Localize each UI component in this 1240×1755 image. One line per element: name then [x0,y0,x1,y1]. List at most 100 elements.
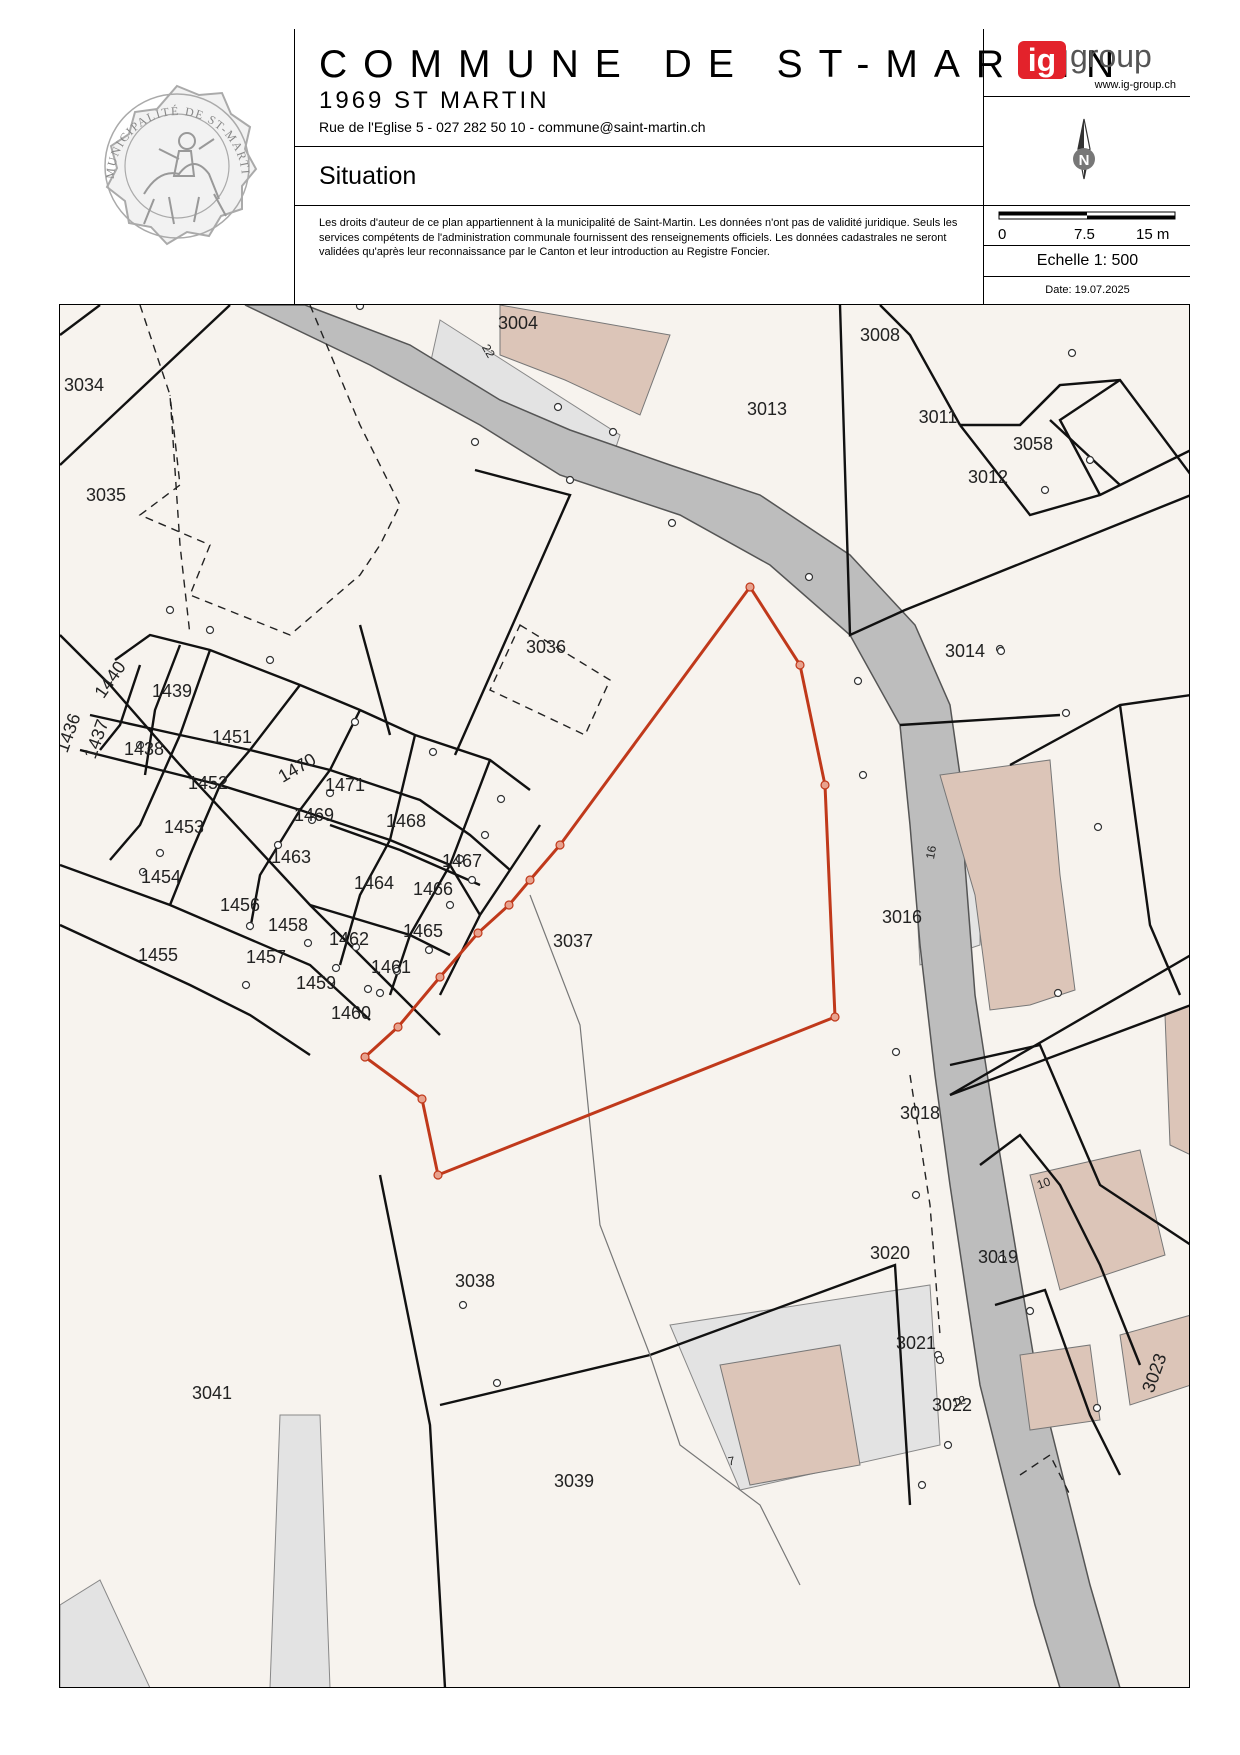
commune-address: Rue de l'Eglise 5 - 027 282 50 10 - comm… [319,119,706,135]
parcel-label-3038[interactable]: 3038 [455,1271,495,1291]
parcel-label-1464[interactable]: 1464 [354,873,394,893]
postal-line: 1969 ST MARTIN [319,87,550,114]
ig-group-logo-icon: ig group [1018,38,1152,79]
cadastral-map-svg: 3004 3008 3034 3013 3011 30583012 3035 3036 3014… [60,305,1189,1687]
commune-title-cell: COMMUNE DE ST-MARTIN 1969 ST MARTIN Rue … [295,29,1114,147]
boundary-vertex [445,900,455,910]
parcel-label-1471[interactable]: 1471 [325,775,365,795]
selected-parcel-vertex [525,875,535,885]
boundary-vertex [917,1480,927,1490]
boundary-vertex [996,646,1006,656]
plan-title: Situation [319,162,417,190]
parcel-label-3016[interactable]: 3016 [882,907,922,927]
parcel-label-1452[interactable]: 1452 [188,773,228,793]
boundary-vertex [1085,455,1095,465]
selected-parcel-vertex [504,900,514,910]
parcel-label-1462[interactable]: 1462 [329,929,369,949]
parcel-label-1457[interactable]: 1457 [246,947,286,967]
boundary-vertex [943,1440,953,1450]
parcel-label-1466[interactable]: 1466 [413,879,453,899]
boundary-vertex [350,717,360,727]
boundary-vertex [303,938,313,948]
paved-area [269,1414,331,1687]
selected-parcel-vertex [745,582,755,592]
parcel-label-3008[interactable]: 3008 [860,325,900,345]
parcel-label-1469[interactable]: 1469 [294,805,334,825]
parcel-label-3012[interactable]: 3012 [968,467,1008,487]
logo-mark: ig [1028,42,1056,78]
boundary-vertex [911,1190,921,1200]
parcel-label-3004[interactable]: 3004 [498,313,538,333]
boundary-vertex [363,984,373,994]
parcel-label-3014[interactable]: 3014 [945,641,985,661]
boundary-vertex [458,1300,468,1310]
parcel-label-1455[interactable]: 1455 [138,945,178,965]
parcel-label-3013[interactable]: 3013 [747,399,787,419]
selected-parcel-vertex [417,1094,427,1104]
boundary-vertex [241,980,251,990]
boundary-vertex [935,1355,945,1365]
parcel-label-1459[interactable]: 1459 [296,973,336,993]
north-arrow-cell: N [983,97,1190,206]
parcel-label-3011[interactable]: 3011 [919,407,958,427]
parcel-label-1453[interactable]: 1453 [164,817,204,837]
parcel-label-1460[interactable]: 1460 [331,1003,371,1023]
boundary-vertex [480,830,490,840]
selected-parcel-vertex [393,1022,403,1032]
parcel-label-3019[interactable]: 3019 [978,1247,1018,1267]
building [1019,1344,1101,1431]
boundary-vertex [155,848,165,858]
parcel-label-3035[interactable]: 3035 [86,485,126,505]
parcel-label-3041[interactable]: 3041 [192,1383,232,1403]
parcel-label-1456[interactable]: 1456 [220,895,260,915]
selected-parcel-vertex [820,780,830,790]
boundary-vertex [492,1378,502,1388]
boundary-vertex [424,945,434,955]
parcel-label-1468[interactable]: 1468 [386,811,426,831]
rights-notice: Les droits d'auteur de ce plan appartien… [319,217,958,258]
boundary-vertex [245,921,255,931]
parcel-label-1454[interactable]: 1454 [141,867,181,887]
parcel-label-3021[interactable]: 3021 [896,1333,936,1353]
boundary-vertex [165,605,175,615]
brand-url: www.ig-group.ch [1094,79,1176,91]
boundary-vertex [804,572,814,582]
boundary-vertex [1040,485,1050,495]
selected-parcel-vertex [473,928,483,938]
date-cell: Date: 19.07.2025 [983,277,1190,305]
parcel-label-1467[interactable]: 1467 [442,851,482,871]
boundary-vertex [1025,1306,1035,1316]
boundary-vertex [496,794,506,804]
parcel-label-1451[interactable]: 1451 [212,727,252,747]
selected-parcel-vertex [795,660,805,670]
parcel-label-1438[interactable]: 1438 [124,739,164,759]
north-arrow-icon: N [1073,118,1095,180]
parcel-label-1463[interactable]: 1463 [271,847,311,867]
echelle-text: Echelle 1: 500 [1036,252,1139,269]
municipal-seal-cell: MUNICIPALITÉ DE ST-MARTIN · VALAIS [59,29,295,305]
selected-parcel-vertex [433,1170,443,1180]
parcel-label-3037[interactable]: 3037 [553,931,593,951]
parcel-label-3020[interactable]: 3020 [870,1243,910,1263]
parcel-label-3007[interactable]: 3007 [916,305,956,309]
parcel-label-1465[interactable]: 1465 [403,921,443,941]
boundary-vertex [1061,708,1071,718]
parcel-label-3018[interactable]: 3018 [900,1103,940,1123]
house-number-16: 16 [923,844,939,860]
boundary-vertex [428,747,438,757]
plan-date: Date: 19.07.2025 [1045,284,1130,296]
parcel-label-1439[interactable]: 1439 [152,681,192,701]
parcel-label-1458[interactable]: 1458 [268,915,308,935]
cadastral-map[interactable]: 3004 3008 3034 3013 3011 3058 3012 3035 3036 3014… [59,305,1190,1688]
parcel-label-3034[interactable]: 3034 [64,375,104,395]
boundary-vertex [470,437,480,447]
boundary-vertex [853,676,863,686]
parcel-label-1461[interactable]: 1461 [371,957,411,977]
parcel-label-3036[interactable]: 3036 [526,637,566,657]
parcel-label-3058[interactable]: 3058 [1013,434,1053,454]
title-block: MUNICIPALITÉ DE ST-MARTIN · VALAIS COMMU… [59,29,1190,305]
parcel-label-3039[interactable]: 3039 [554,1471,594,1491]
brand-cell: ig group www.ig-group.ch [983,29,1190,97]
municipal-seal-icon: MUNICIPALITÉ DE ST-MARTIN · VALAIS [59,29,258,246]
scale-label-mid: 7.5 [1074,226,1095,243]
